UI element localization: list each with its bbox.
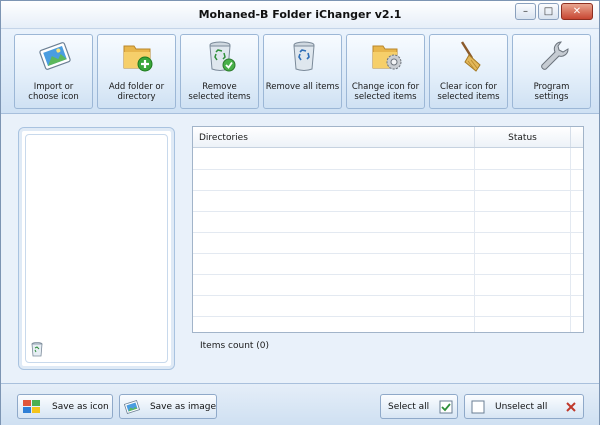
unselect-all-button[interactable]: Unselect all xyxy=(464,394,584,419)
remove-all-label: Remove all items xyxy=(265,82,340,92)
remove-selected-button[interactable]: Remove selected items xyxy=(180,34,259,109)
checkbox-empty-icon xyxy=(471,400,485,413)
column-divider xyxy=(570,148,571,332)
table-row-gridline xyxy=(193,316,583,317)
minimize-button[interactable]: – xyxy=(515,3,536,20)
change-icon-button[interactable]: Change icon for selected items xyxy=(346,34,425,109)
import-icon-button[interactable]: Import or choose icon xyxy=(14,34,93,109)
title-bar[interactable]: Mohaned-B Folder iChanger v2.1 – □ ✕ xyxy=(1,1,599,29)
folder-gear-icon xyxy=(372,45,402,70)
items-count: Items count (0) xyxy=(200,341,270,351)
window-title: Mohaned-B Folder iChanger v2.1 xyxy=(198,8,402,21)
table-row-gridline xyxy=(193,232,583,233)
unselect-all-label: Unselect all xyxy=(495,401,548,412)
small-recycle-bin-icon[interactable] xyxy=(31,341,43,357)
column-header-directories[interactable]: Directories xyxy=(199,133,248,143)
icon-preview-area[interactable] xyxy=(25,134,168,363)
clear-icon-button[interactable]: Clear icon for selected items xyxy=(429,34,508,109)
column-header-status[interactable]: Status xyxy=(474,127,570,147)
table-row-gridline xyxy=(193,169,583,170)
recycle-bin-check-icon xyxy=(209,41,236,72)
bottom-bar: Save as icon Save as image Select all Un… xyxy=(1,383,599,425)
save-as-icon-label: Save as icon xyxy=(52,401,109,412)
broom-icon xyxy=(460,41,481,72)
toolbar: Import or choose icon Add folder or dire… xyxy=(1,30,599,114)
table-row-gridline xyxy=(193,295,583,296)
clear-icon-label: Clear icon for selected items xyxy=(437,82,500,102)
program-settings-button[interactable]: Program settings xyxy=(512,34,591,109)
window-controls: – □ ✕ xyxy=(513,3,593,20)
column-divider xyxy=(474,148,475,332)
change-icon-label: Change icon for selected items xyxy=(351,82,420,102)
remove-selected-label: Remove selected items xyxy=(188,82,251,102)
save-as-image-button[interactable]: Save as image xyxy=(119,394,217,419)
table-header: Directories Status xyxy=(193,127,583,148)
table-row-gridline xyxy=(193,274,583,275)
select-all-button[interactable]: Select all xyxy=(380,394,458,419)
icon-preview-panel xyxy=(18,127,175,370)
windows-logo-icon xyxy=(23,399,40,413)
table-row-gridline xyxy=(193,253,583,254)
remove-all-button[interactable]: Remove all items xyxy=(263,34,342,109)
recycle-bin-icon xyxy=(293,41,315,71)
folder-add-icon xyxy=(123,45,153,72)
save-as-icon-button[interactable]: Save as icon xyxy=(17,394,113,419)
import-icon-label: Import or choose icon xyxy=(28,82,79,102)
directories-table[interactable]: Directories Status xyxy=(192,126,584,333)
column-header-filler xyxy=(570,127,583,147)
checkbox-checked-icon xyxy=(439,400,453,413)
image-save-icon xyxy=(124,399,140,414)
add-folder-button[interactable]: Add folder or directory xyxy=(97,34,176,109)
table-row-gridline xyxy=(193,190,583,191)
wrench-icon xyxy=(541,41,569,70)
close-icon xyxy=(566,401,576,412)
save-as-image-label: Save as image xyxy=(149,401,216,412)
program-settings-label: Program settings xyxy=(533,82,570,102)
select-all-label: Select all xyxy=(388,401,430,412)
table-row-gridline xyxy=(193,211,583,212)
add-folder-label: Add folder or directory xyxy=(108,82,165,102)
close-button[interactable]: ✕ xyxy=(561,3,593,20)
app-window: Mohaned-B Folder iChanger v2.1 – □ ✕ Imp… xyxy=(0,0,600,425)
maximize-button[interactable]: □ xyxy=(538,3,559,20)
image-import-icon xyxy=(39,42,71,70)
